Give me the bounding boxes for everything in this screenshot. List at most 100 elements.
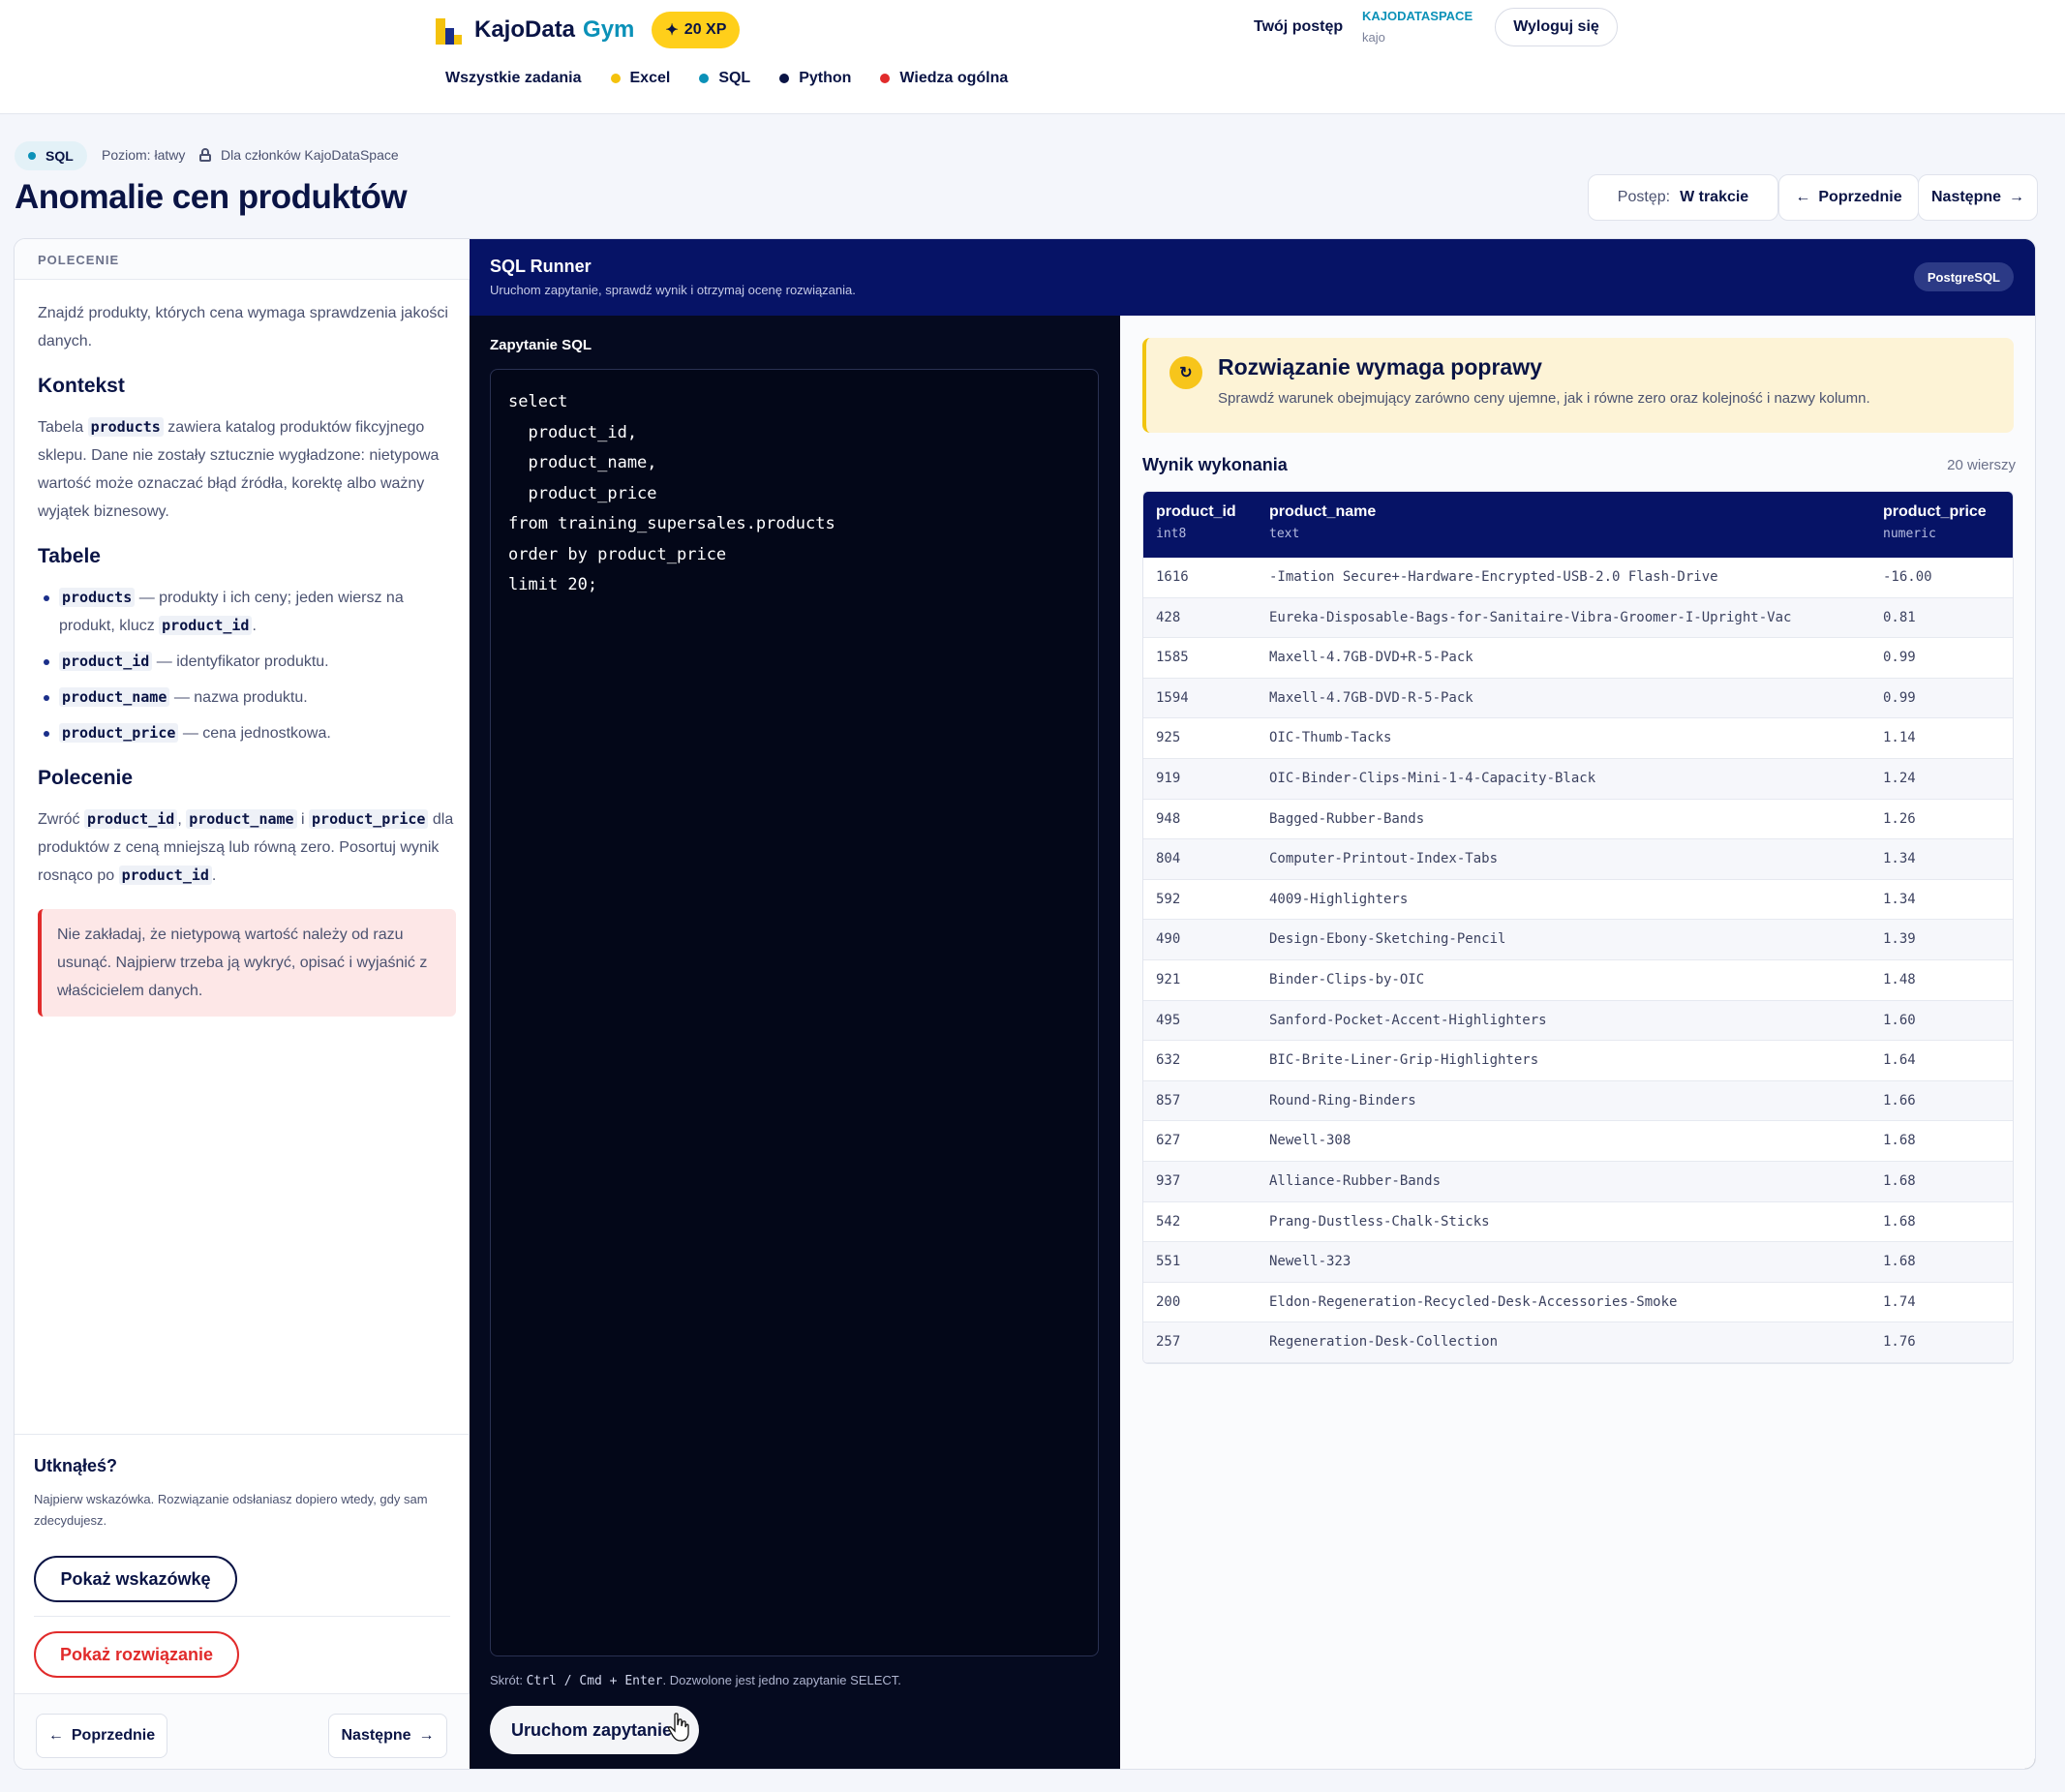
table-cell: Computer-Printout-Index-Tabs (1269, 851, 1499, 867)
table-row: 919 OIC-Binder-Clips-Mini-1-4-Capacity-Bl… (1143, 758, 2013, 800)
table-row: 937 Alliance-Rubber-Bands 1.68 (1143, 1161, 2013, 1202)
table-cell: 627 (1156, 1133, 1181, 1149)
xp-value: 20 XP (683, 21, 727, 38)
table-cell: Eureka-Disposable-Bags-for-Sanitaire-Vib… (1269, 609, 1792, 625)
table-cell: 1.68 (1883, 1133, 1916, 1149)
table-row: 542 Prang-Dustless-Chalk-Sticks 1.68 (1143, 1202, 2013, 1243)
prev-task-button[interactable]: ← Poprzednie (1778, 174, 1919, 221)
table-cell: Regeneration-Desk-Collection (1269, 1334, 1499, 1351)
shortcut-hint: Skrót: Ctrl / Cmd + Enter. Dozwolone jes… (490, 1673, 901, 1688)
table-cell: 428 (1156, 609, 1181, 625)
table-cell: 1.74 (1883, 1293, 1916, 1310)
alert-description: Sprawdź warunek obejmujący zarówno ceny … (1218, 390, 1870, 407)
text: i (296, 811, 310, 828)
dot-icon (610, 74, 621, 83)
runner-header: SQL Runner Uruchom zapytanie, sprawdź wy… (470, 239, 2035, 316)
difficulty-level: Poziom: łatwy (102, 147, 186, 163)
show-solution-button[interactable]: Pokaż rozwiązanie (34, 1631, 239, 1678)
nav-general-knowledge[interactable]: Wiedza ogólna (880, 70, 1008, 87)
table-cell: Alliance-Rubber-Bands (1269, 1172, 1442, 1189)
table-cell: 1.64 (1883, 1052, 1916, 1069)
dot-icon (28, 152, 36, 160)
logo-icon (434, 15, 463, 45)
prev-button[interactable]: ← Poprzednie (36, 1714, 167, 1758)
logout-button[interactable]: Wyloguj się (1495, 8, 1618, 46)
top-header: KajoData Gym ✦ 20 XP Twój postęp KAJODATA… (0, 0, 2065, 114)
username: kajo (1362, 30, 1385, 45)
table-header: product_id int8 product_name text product_… (1143, 492, 2013, 558)
arrow-right-icon: → (2009, 189, 2025, 205)
progress-link[interactable]: Twój postęp (1254, 18, 1343, 36)
status-value: W trakcie (1680, 189, 1749, 205)
nav-all-tasks[interactable]: Wszystkie zadania (445, 70, 582, 87)
table-row: 632 BIC-Brite-Liner-Grip-Highlighters 1.64 (1143, 1041, 2013, 1081)
list-item: product_name — nazwa produktu. (38, 683, 456, 712)
inline-code: product_id (159, 616, 253, 635)
table-cell: 1.68 (1883, 1172, 1916, 1189)
progress-status[interactable]: Postęp: W trakcie (1588, 174, 1778, 221)
table-cell: 1616 (1156, 569, 1189, 585)
text: — identyfikator produktu. (152, 653, 329, 670)
category-nav: Wszystkie zadania Excel SQL Python Wiedz… (445, 70, 1037, 87)
logo[interactable]: KajoData Gym ✦ 20 XP (434, 12, 741, 48)
button-label: Następne (341, 1727, 411, 1744)
members-only-note: Dla członków KajoDataSpace (199, 147, 399, 163)
table-cell: -16.00 (1883, 569, 1932, 585)
inline-code: product_price (59, 723, 179, 743)
dot-icon (779, 74, 790, 83)
column-name: product_price (1883, 503, 1987, 520)
table-cell: Binder-Clips-by-OIC (1269, 971, 1425, 987)
refresh-icon: ↻ (1169, 356, 1202, 389)
column-header: product_name text (1269, 503, 1376, 541)
dot-icon (699, 74, 710, 83)
brand-accent: Gym (583, 16, 635, 43)
inline-code: product_name (59, 687, 170, 707)
table-row: 490 Design-Ebony-Sketching-Pencil 1.39 (1143, 920, 2013, 960)
table-row: 428 Eureka-Disposable-Bags-for-Sanitaire-… (1143, 597, 2013, 639)
results-title: Wynik wykonania (1142, 455, 1288, 474)
intro-text: Znajdź produkty, których cena wymaga spr… (38, 305, 448, 349)
query-label: Zapytanie SQL (490, 337, 592, 353)
warning-callout: Nie zakładaj, że nietypową wartość należ… (38, 909, 456, 1017)
sql-editor[interactable]: select product_id, product_name, product… (490, 369, 1099, 1656)
next-task-button[interactable]: Następne → (1918, 174, 2038, 221)
inline-code: product_name (186, 809, 297, 829)
table-cell: 4009-Highlighters (1269, 891, 1409, 907)
instructions-body: Znajdź produkty, których cena wymaga spr… (38, 299, 456, 1017)
nav-sql[interactable]: SQL (699, 70, 750, 87)
dot-icon (880, 74, 891, 83)
table-cell: Maxell-4.7GB-DVD-R-5-Pack (1269, 689, 1473, 706)
table-row: 551 Newell-323 1.68 (1143, 1242, 2013, 1283)
table-cell: 1.48 (1883, 971, 1916, 987)
table-cell: 925 (1156, 730, 1181, 746)
table-row: 592 4009-Highlighters 1.34 (1143, 880, 2013, 921)
results-table: product_id int8 product_name text product_… (1142, 491, 2014, 1364)
members-label: Dla członków KajoDataSpace (221, 147, 399, 163)
table-body: 1616 -Imation Secure+-Hardware-Encrypted-… (1143, 558, 2013, 1363)
table-cell: Newell-308 (1269, 1133, 1351, 1149)
runner-subtitle: Uruchom zapytanie, sprawdź wynik i otrzy… (490, 283, 856, 297)
page-title: Anomalie cen produktów (15, 178, 408, 216)
nav-excel[interactable]: Excel (610, 70, 670, 87)
column-type: text (1269, 527, 1300, 541)
runner-title: SQL Runner (490, 257, 592, 276)
inline-code: product_id (59, 652, 153, 671)
table-row: 200 Eldon-Regeneration-Recycled-Desk-Acce… (1143, 1283, 2013, 1323)
table-cell: 551 (1156, 1254, 1181, 1270)
hand-cursor-icon (668, 1713, 689, 1742)
table-cell: 490 (1156, 931, 1181, 948)
nav-python[interactable]: Python (779, 70, 851, 87)
inline-code: product_id (118, 866, 212, 885)
table-cell: 1.76 (1883, 1334, 1916, 1351)
nav-label: Wszystkie zadania (445, 70, 582, 86)
table-cell: 200 (1156, 1293, 1181, 1310)
table-cell: 1.66 (1883, 1092, 1916, 1109)
evaluation-alert: ↻ Rozwiązanie wymaga poprawy Sprawdź war… (1142, 338, 2014, 433)
table-cell: Round-Ring-Binders (1269, 1092, 1416, 1109)
table-row: 495 Sanford-Pocket-Accent-Highlighters 1.6… (1143, 1000, 2013, 1042)
show-hint-button[interactable]: Pokaż wskazówkę (34, 1556, 237, 1602)
list-item: product_price — cena jednostkowa. (38, 719, 456, 747)
next-button[interactable]: Następne → (328, 1714, 447, 1758)
table-row: 257 Regeneration-Desk-Collection 1.76 (1143, 1322, 2013, 1363)
table-cell: 1.68 (1883, 1213, 1916, 1230)
